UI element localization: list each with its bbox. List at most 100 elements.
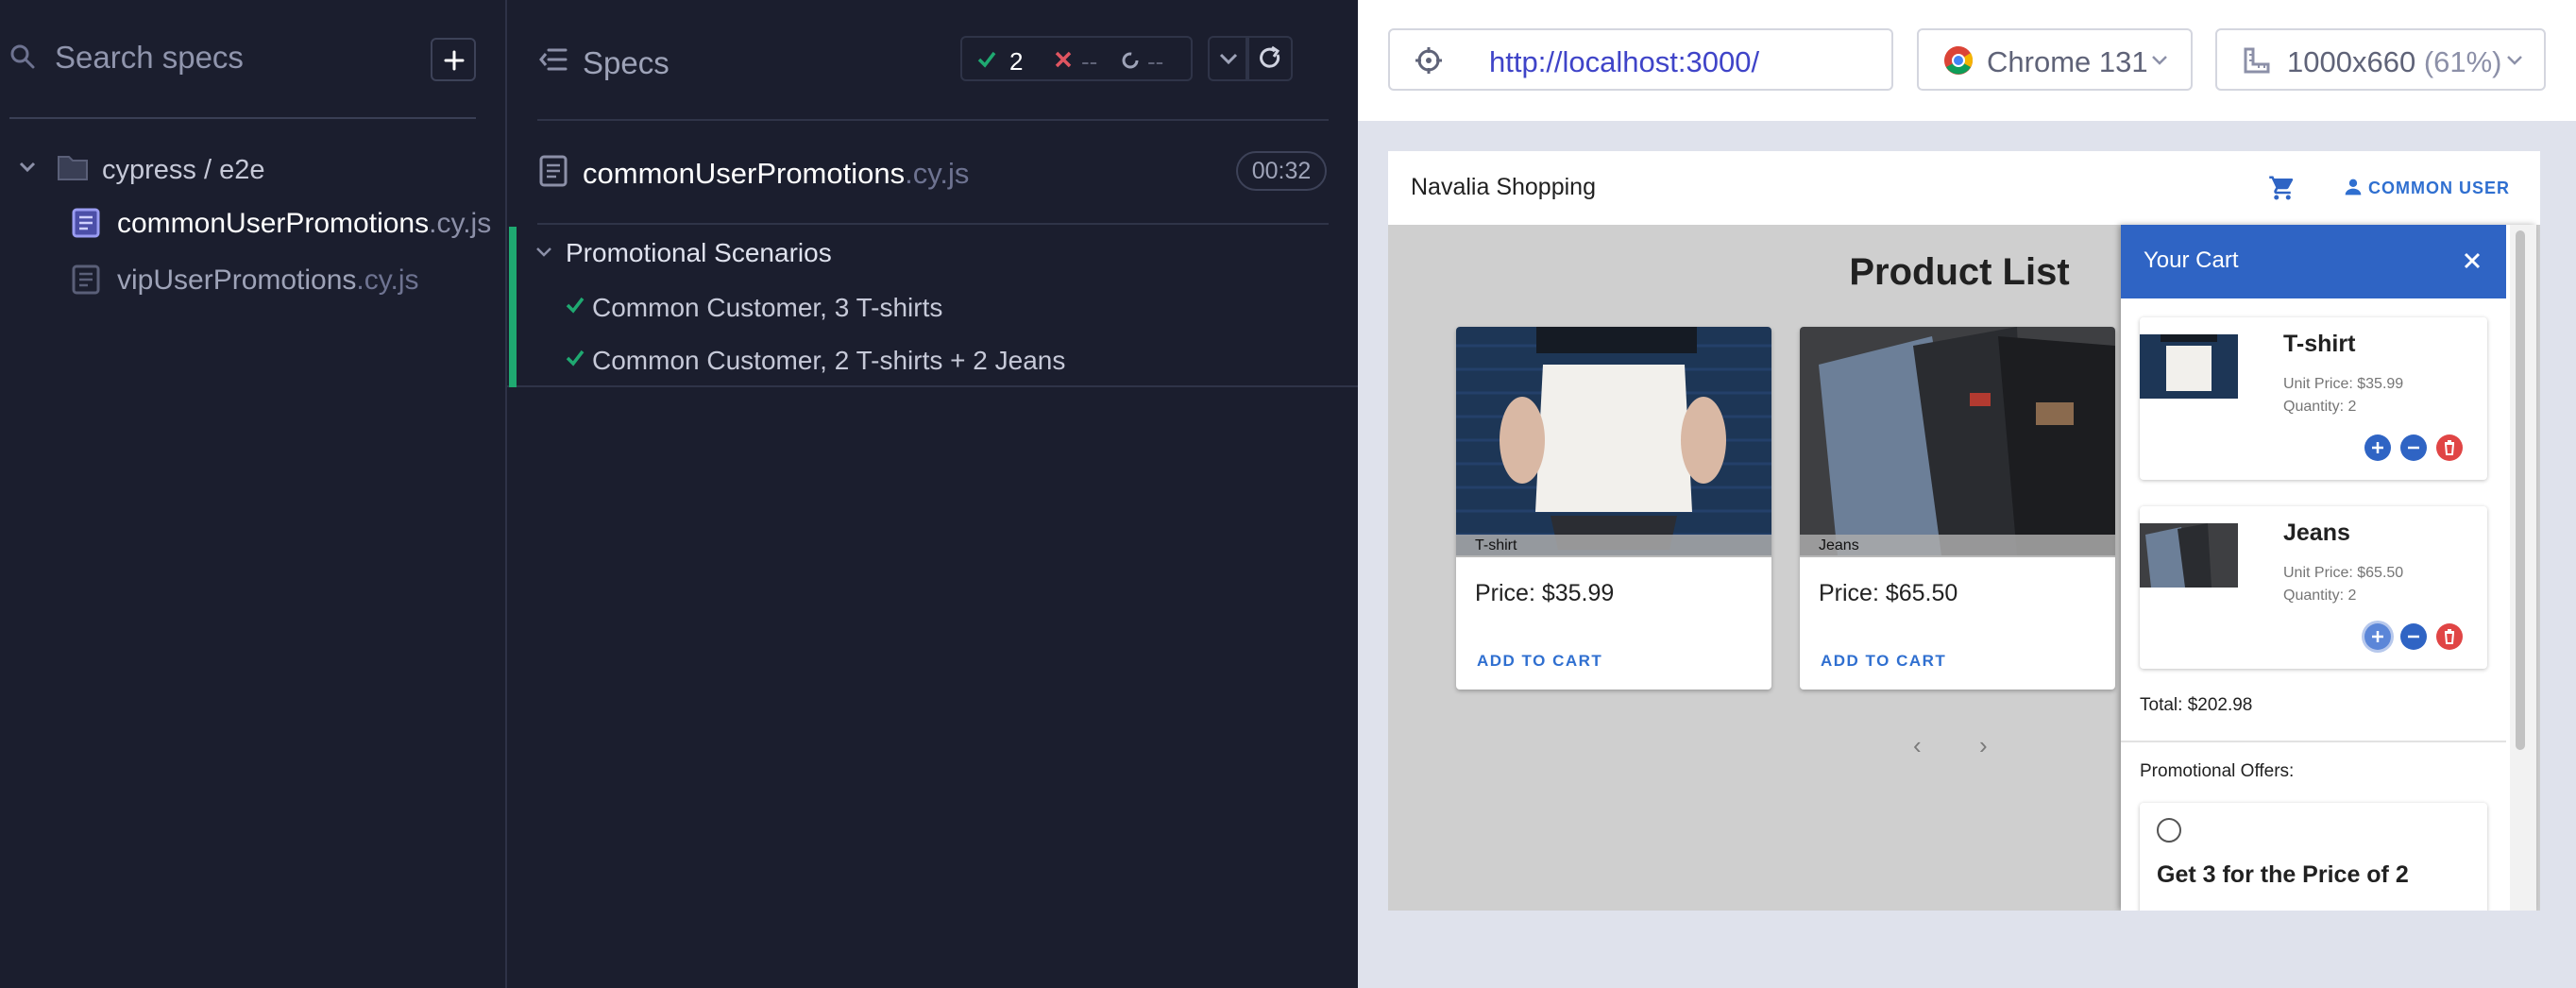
add-to-cart-button[interactable]: ADD TO CART: [1821, 652, 1946, 671]
promotions-label: Promotional Offers:: [2140, 761, 2295, 781]
product-name: T-shirt: [1456, 535, 1771, 557]
refresh-icon: [1260, 45, 1280, 68]
test-row[interactable]: Common Customer, 2 T-shirts + 2 Jeans: [566, 338, 1340, 385]
suite-status-bar: [509, 227, 517, 387]
folder-icon: [58, 156, 88, 180]
running-spec-header: commonUserPromotions.cy.js 00:32: [507, 140, 1358, 225]
suite-promotional-scenarios[interactable]: Promotional Scenarios Common Customer, 3…: [507, 227, 1358, 387]
cart-item-unit-price: Unit Price: $65.50: [2283, 565, 2404, 581]
cart-icon[interactable]: [2268, 174, 2296, 202]
brand-title: Navalia Shopping: [1411, 174, 1596, 200]
plus-icon: [2372, 631, 2383, 642]
add-to-cart-button[interactable]: ADD TO CART: [1477, 652, 1602, 671]
search-input[interactable]: Search specs: [55, 40, 244, 76]
check-icon: [566, 349, 585, 366]
promotion-radio[interactable]: [2157, 818, 2181, 843]
pending-icon: [1122, 52, 1139, 69]
product-image: [1800, 327, 2115, 555]
test-stats: 2 -- --: [960, 36, 1193, 81]
product-card-tshirt: T-shirt Price: $35.99 ADD TO CART: [1456, 327, 1771, 690]
trash-icon: [2444, 440, 2455, 455]
promotion-option[interactable]: Get 3 for the Price of 2: [2140, 803, 2487, 911]
cart-scrollbar[interactable]: [2510, 225, 2536, 911]
browser-selector[interactable]: Chrome 131: [1917, 28, 2193, 91]
close-icon[interactable]: [2463, 251, 2482, 270]
scrollbar-thumb[interactable]: [2516, 230, 2525, 750]
cart-item-unit-price: Unit Price: $35.99: [2283, 376, 2404, 392]
selector-playground-button[interactable]: [1388, 28, 1468, 91]
search-icon: [10, 44, 35, 69]
duration-badge: 00:32: [1236, 151, 1327, 191]
person-icon: [2345, 179, 2362, 196]
new-spec-button[interactable]: [431, 38, 476, 81]
cart-item-image: [2140, 334, 2238, 399]
divider: [2121, 741, 2506, 742]
decrease-quantity-button[interactable]: [2400, 434, 2427, 461]
spec-file-common-user-promotions[interactable]: commonUserPromotions.cy.js: [70, 200, 504, 246]
cart-item-jeans: Jeans Unit Price: $65.50 Quantity: 2: [2140, 506, 2487, 669]
cart-title: Your Cart: [2144, 247, 2239, 273]
passed-count: 2: [1009, 47, 1024, 76]
document-icon: [72, 264, 100, 295]
product-image: [1456, 327, 1771, 555]
increase-quantity-button[interactable]: [2364, 434, 2391, 461]
divider: [537, 223, 1329, 225]
check-icon: [977, 51, 996, 68]
cart-header: Your Cart: [2121, 225, 2506, 298]
spec-file-label: vipUserPromotions.cy.js: [117, 264, 419, 296]
viewport-label: 1000x660 (61%): [2287, 45, 2502, 78]
collapse-specs-icon[interactable]: [539, 47, 568, 72]
cart-drawer: Your Cart T-shirt Unit Price: $35.99 Qua…: [2121, 225, 2536, 911]
suite-title: Promotional Scenarios: [566, 238, 832, 267]
spec-search-bar: Search specs: [0, 0, 507, 119]
test-row[interactable]: Common Customer, 3 T-shirts: [566, 285, 1340, 332]
minus-icon: [2408, 635, 2419, 639]
cart-item-quantity: Quantity: 2: [2283, 588, 2357, 604]
expand-all-button[interactable]: [1208, 36, 1247, 81]
divider: [537, 119, 1329, 121]
cart-item-name: T-shirt: [2283, 331, 2356, 357]
chevron-down-icon: [1219, 53, 1238, 65]
cart-item-tshirt: T-shirt Unit Price: $35.99 Quantity: 2: [2140, 317, 2487, 480]
spec-file-label: commonUserPromotions.cy.js: [117, 208, 492, 239]
document-icon: [72, 208, 100, 238]
user-button[interactable]: COMMON USER: [2368, 179, 2510, 198]
plus-icon: [2372, 442, 2383, 453]
viewport-selector[interactable]: 1000x660 (61%): [2215, 28, 2546, 91]
app-preview-panel: http://localhost:3000/ Chrome 131 1000x6…: [1358, 0, 2576, 988]
specs-title[interactable]: Specs: [583, 45, 669, 81]
test-title: Common Customer, 2 T-shirts + 2 Jeans: [592, 346, 1066, 375]
cart-item-name: Jeans: [2283, 520, 2350, 546]
folder-cypress-e2e[interactable]: cypress / e2e: [15, 147, 487, 189]
pager-prev-button[interactable]: ‹: [1913, 731, 1922, 760]
chevron-down-icon: [2152, 56, 2167, 65]
minus-icon: [2408, 446, 2419, 450]
decrease-quantity-button[interactable]: [2400, 623, 2427, 650]
test-title: Common Customer, 3 T-shirts: [592, 293, 943, 322]
check-icon: [566, 297, 585, 314]
remove-item-button[interactable]: [2436, 434, 2463, 461]
pager-next-button[interactable]: ›: [1979, 731, 1988, 760]
spec-list-panel: Search specs cypress / e2e commonUserPro…: [0, 0, 507, 988]
product-page: Product List T-shirt Price: $35.99 ADD T…: [1388, 225, 2540, 911]
increase-quantity-button[interactable]: [2364, 623, 2391, 650]
crosshair-icon: [1415, 47, 1442, 74]
document-icon: [539, 155, 568, 187]
divider: [9, 117, 476, 119]
preview-toolbar: http://localhost:3000/ Chrome 131 1000x6…: [1358, 0, 2576, 121]
app-frame: Navalia Shopping COMMON USER Product Lis…: [1388, 151, 2540, 911]
failed-count: --: [1081, 47, 1098, 76]
cart-item-image: [2140, 523, 2238, 588]
url-bar[interactable]: http://localhost:3000/: [1466, 28, 1893, 91]
app-header: Navalia Shopping COMMON USER: [1388, 151, 2540, 225]
spec-file-vip-user-promotions[interactable]: vipUserPromotions.cy.js: [70, 257, 504, 302]
browser-label: Chrome 131: [1987, 45, 2148, 78]
trash-icon: [2444, 629, 2455, 644]
remove-item-button[interactable]: [2436, 623, 2463, 650]
chevron-down-icon: [2507, 56, 2522, 65]
rerun-button[interactable]: [1247, 36, 1293, 81]
reporter-panel: Specs 2 -- -- commonUserPromotions.cy.js…: [507, 0, 1358, 988]
ruler-icon: [2244, 47, 2270, 74]
x-icon: [1055, 51, 1072, 68]
chevron-down-icon: [19, 162, 36, 173]
